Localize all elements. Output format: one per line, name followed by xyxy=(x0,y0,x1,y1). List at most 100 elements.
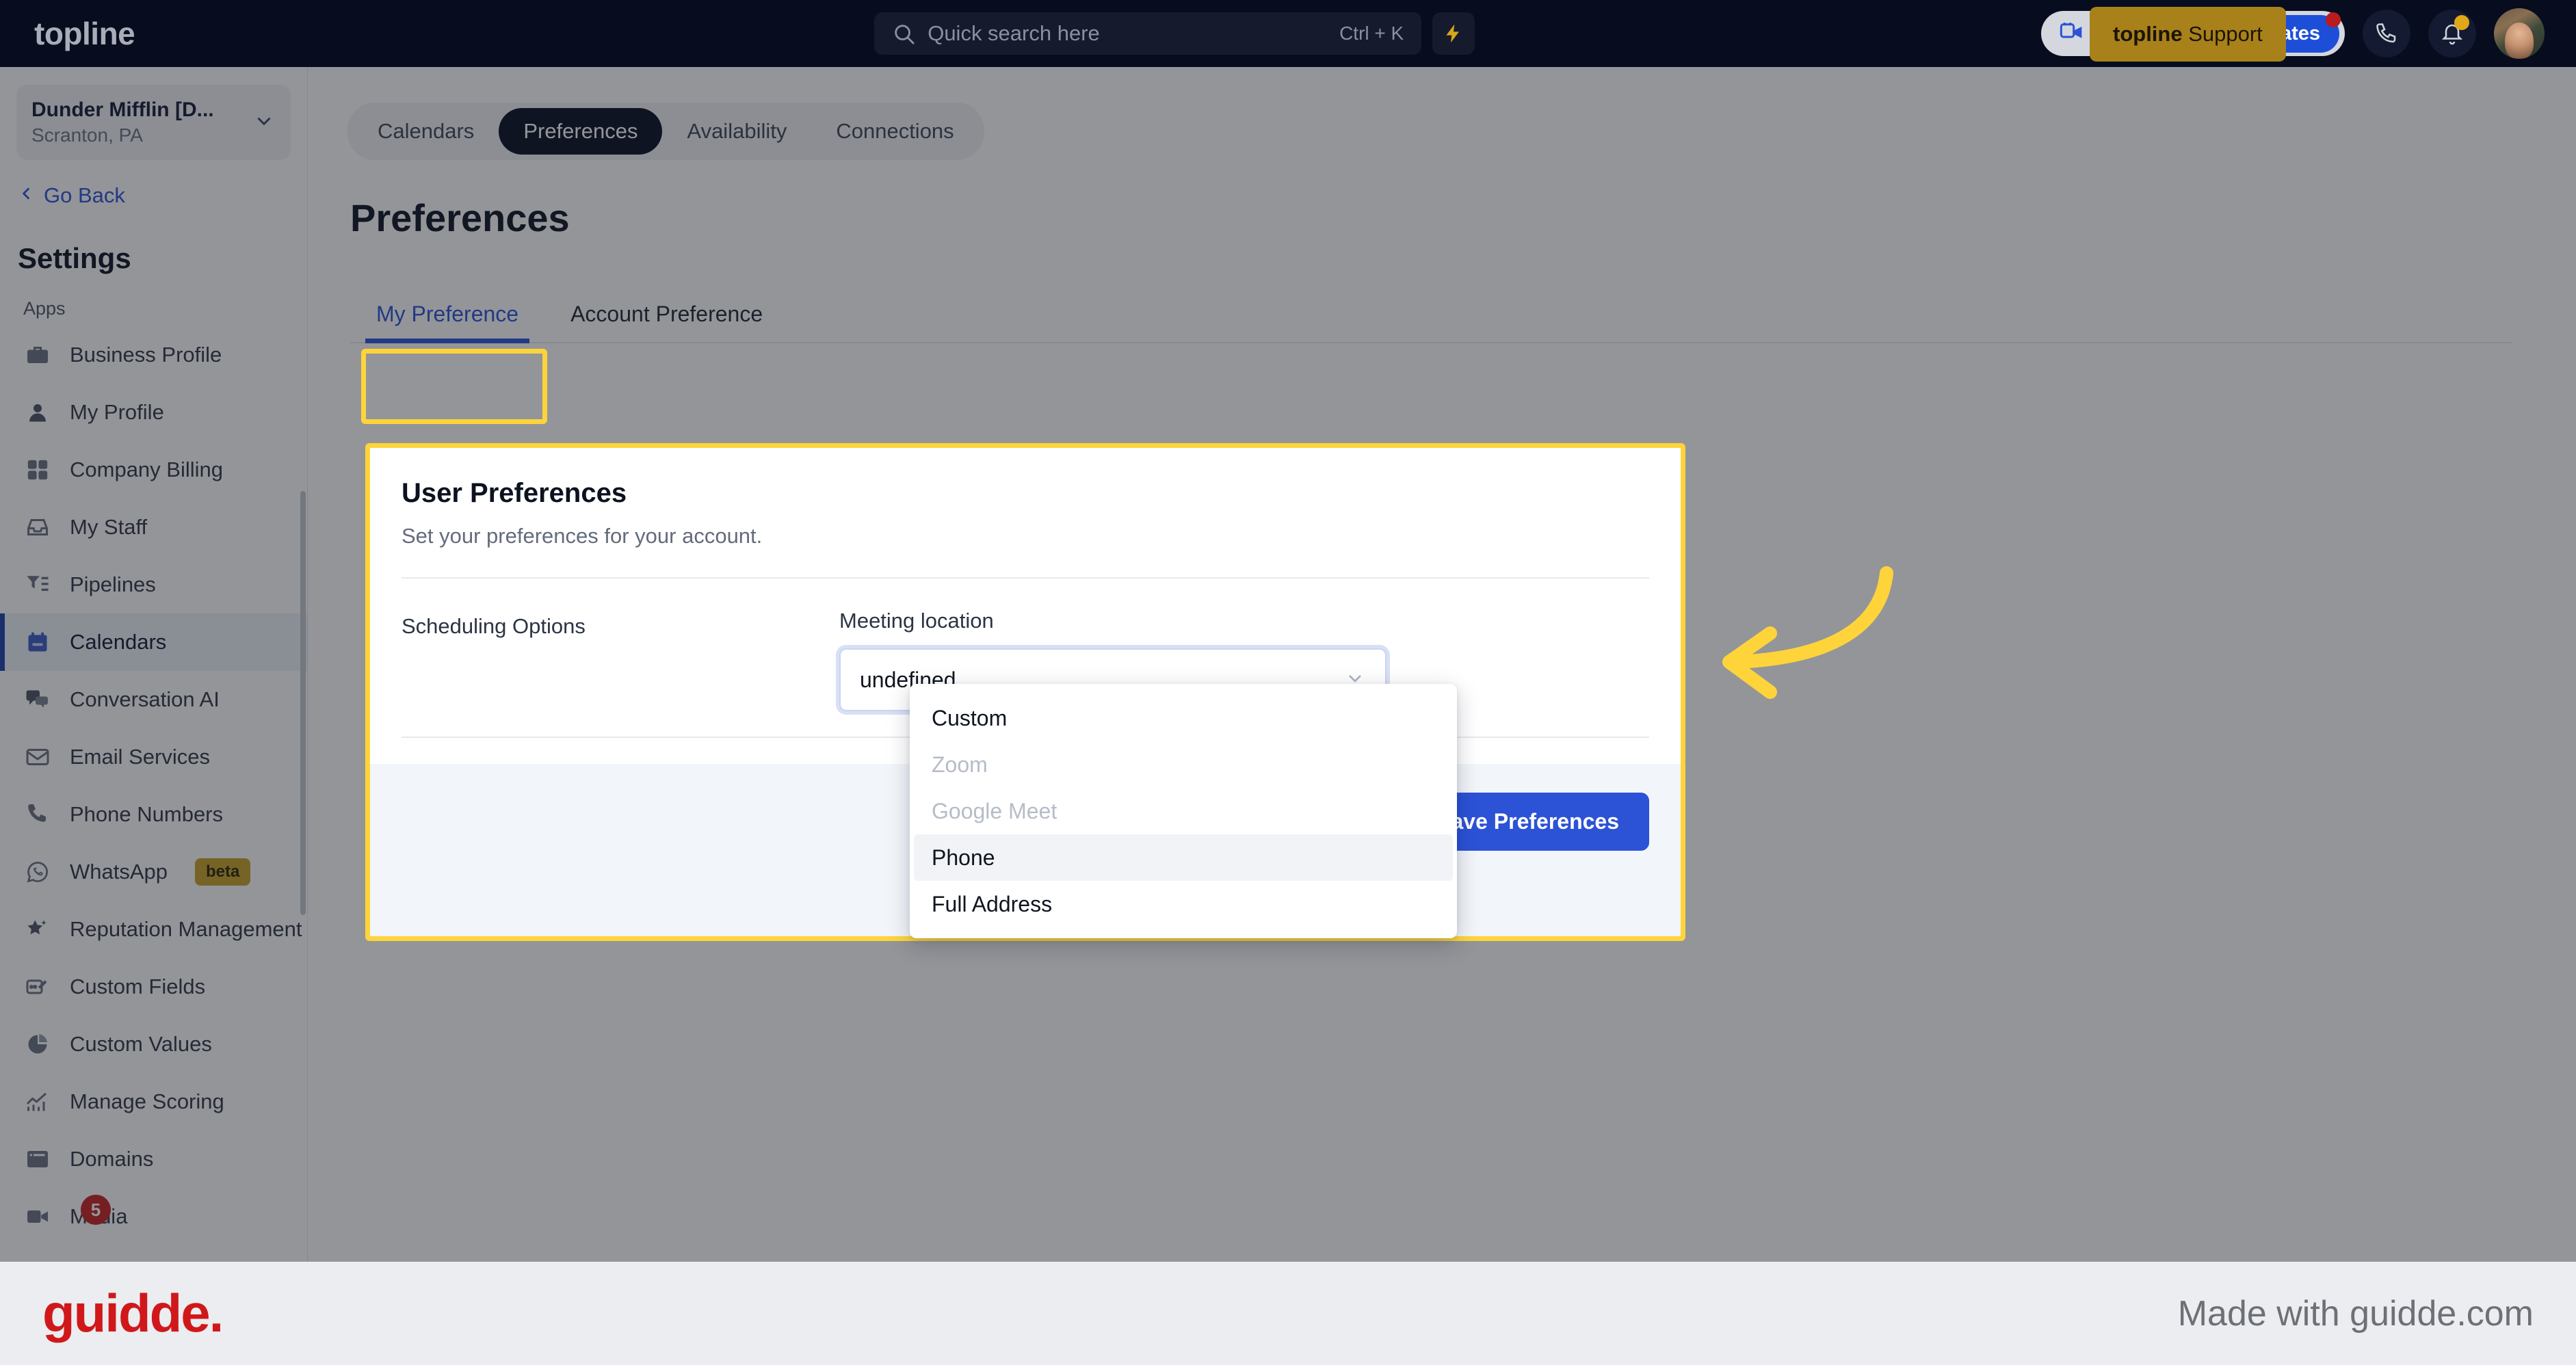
curved-left-arrow-icon xyxy=(1722,566,1893,699)
search-shortcut: Ctrl + K xyxy=(1339,23,1404,44)
dropdown-option-full-address[interactable]: Full Address xyxy=(914,881,1453,927)
dropdown-option-zoom: Zoom xyxy=(932,752,988,777)
sidebar-nav: Business Profile My Profile Company Bill… xyxy=(0,326,307,1245)
page-title: Preferences xyxy=(350,196,570,239)
sidebar-item-custom-values[interactable]: Custom Values xyxy=(0,1016,307,1073)
page-content: Preferences My Preference Account Prefer… xyxy=(308,160,2576,343)
tab-account-preference[interactable]: Account Preference xyxy=(544,289,789,342)
sidebar-item-phone-numbers[interactable]: Phone Numbers xyxy=(0,786,307,843)
sidebar-item-calendars[interactable]: Calendars xyxy=(0,613,307,671)
guidde-footer: guidde. Made with guidde.com xyxy=(0,1262,2576,1365)
sidebar-item-reputation-management[interactable]: Reputation Management xyxy=(0,901,307,958)
dropdown-option-custom[interactable]: Custom xyxy=(914,695,1453,741)
sidebar-item-label: My Staff xyxy=(70,515,148,539)
app-logo[interactable]: topline xyxy=(0,15,308,52)
logo-text: topline xyxy=(34,16,135,51)
sidebar-item-label: Custom Fields xyxy=(70,975,206,998)
guidde-logo: guidde. xyxy=(42,1283,224,1343)
video-camera-icon xyxy=(23,1202,52,1231)
made-with-text: Made with guidde.com xyxy=(2177,1293,2534,1334)
sidebar-item-conversation-ai[interactable]: Conversation AI xyxy=(0,671,307,728)
meeting-location-dropdown: Custom Zoom Google Meet Phone Full Addre… xyxy=(910,684,1457,938)
sidebar-item-label: Calendars xyxy=(70,630,167,654)
search-input[interactable]: Quick search here Ctrl + K xyxy=(874,12,1422,55)
funnel-icon xyxy=(23,570,52,599)
person-icon xyxy=(23,398,52,427)
meeting-location-label: Meeting location xyxy=(839,609,994,633)
chat-bubbles-icon xyxy=(23,685,52,714)
sidebar-group-label: Apps xyxy=(23,298,66,319)
sidebar-item-email-services[interactable]: Email Services xyxy=(0,728,307,786)
notification-dot xyxy=(2326,12,2341,27)
calculator-icon xyxy=(23,455,52,484)
whatsapp-icon xyxy=(23,858,52,886)
tab-availability[interactable]: Availability xyxy=(662,108,811,155)
sidebar-item-whatsapp[interactable]: WhatsApp beta xyxy=(0,843,307,901)
tab-connections[interactable]: Connections xyxy=(811,108,978,155)
avatar[interactable] xyxy=(2494,8,2545,59)
bell-icon-button[interactable] xyxy=(2428,10,2476,57)
status-badge: beta xyxy=(195,858,251,886)
chevron-left-icon xyxy=(18,183,36,208)
lightning-bolt-icon[interactable] xyxy=(1432,12,1475,55)
support-tooltip: topline Support xyxy=(2090,7,2286,62)
media-count-badge: 5 xyxy=(81,1195,111,1225)
location-name: Dunder Mifflin [D... xyxy=(31,98,214,121)
sidebar-item-label: Phone Numbers xyxy=(70,802,224,826)
go-back-label: Go Back xyxy=(44,183,125,207)
app-root: topline Quick search here Ctrl + K topli… xyxy=(0,0,2576,1365)
location-texts: Dunder Mifflin [D... Scranton, PA xyxy=(31,98,246,146)
envelope-icon xyxy=(23,743,52,771)
tab-calendars[interactable]: Calendars xyxy=(353,108,499,155)
tab-preferences[interactable]: Preferences xyxy=(499,108,663,155)
sidebar-item-domains[interactable]: Domains xyxy=(0,1130,307,1188)
sidebar-item-company-billing[interactable]: Company Billing xyxy=(0,441,307,499)
sidebar-item-my-staff[interactable]: My Staff xyxy=(0,499,307,556)
search-placeholder: Quick search here xyxy=(928,21,1100,45)
top-bar-center: Quick search here Ctrl + K xyxy=(308,12,2041,55)
sidebar-item-label: My Profile xyxy=(70,400,164,424)
sidebar-item-label: Conversation AI xyxy=(70,687,220,711)
briefcase-icon xyxy=(23,341,52,369)
support-tooltip-text: Support xyxy=(2182,22,2263,46)
inbox-icon xyxy=(23,513,52,542)
sidebar-item-label: Pipelines xyxy=(70,572,156,596)
sidebar-item-my-profile[interactable]: My Profile xyxy=(0,384,307,441)
phone-icon-button[interactable] xyxy=(2363,10,2410,57)
card-subtitle: Set your preferences for your account. xyxy=(402,524,763,548)
sidebar-item-label: Custom Values xyxy=(70,1032,212,1056)
row-label-scheduling-options: Scheduling Options xyxy=(402,614,586,638)
chevron-down-icon xyxy=(252,109,276,136)
card-title: User Preferences xyxy=(402,478,627,508)
sidebar-item-label: Company Billing xyxy=(70,458,223,481)
sidebar-item-label: Business Profile xyxy=(70,343,222,367)
sidebar-item-manage-scoring[interactable]: Manage Scoring xyxy=(0,1073,307,1130)
tab-my-preference[interactable]: My Preference xyxy=(350,289,544,343)
browser-window-icon xyxy=(23,1145,52,1174)
search-icon xyxy=(892,22,915,45)
phone-icon xyxy=(23,800,52,829)
sidebar-item-pipelines[interactable]: Pipelines xyxy=(0,556,307,613)
sidebar-item-label: Manage Scoring xyxy=(70,1089,224,1113)
star-sparkle-icon xyxy=(23,915,52,944)
dropdown-option-phone[interactable]: Phone xyxy=(914,834,1453,881)
line-chart-icon xyxy=(23,1087,52,1116)
sidebar-item-media[interactable]: Media 5 xyxy=(0,1188,307,1245)
support-tooltip-brand: topline xyxy=(2113,22,2183,46)
card-inner: User Preferences Set your preferences fo… xyxy=(370,448,1681,711)
location-sub: Scranton, PA xyxy=(31,124,143,146)
sidebar-item-label: Reputation Management xyxy=(70,917,302,941)
dropdown-option-google-meet: Google Meet xyxy=(932,798,1057,823)
section-tabs: Calendars Preferences Availability Conne… xyxy=(347,103,984,160)
sidebar-scrollbar[interactable] xyxy=(300,491,306,915)
location-switcher[interactable]: Dunder Mifflin [D... Scranton, PA xyxy=(16,85,291,160)
sidebar-title: Settings xyxy=(18,242,131,274)
sidebar-item-label: Email Services xyxy=(70,745,210,769)
go-back-link[interactable]: Go Back xyxy=(0,160,307,208)
bell-notification-dot xyxy=(2454,15,2469,30)
megaphone-calendar-icon xyxy=(2059,20,2086,47)
sidebar-item-custom-fields[interactable]: Custom Fields xyxy=(0,958,307,1016)
sidebar: Dunder Mifflin [D... Scranton, PA Go Bac… xyxy=(0,67,308,1262)
field-pencil-icon xyxy=(23,972,52,1001)
sidebar-item-business-profile[interactable]: Business Profile xyxy=(0,326,307,384)
